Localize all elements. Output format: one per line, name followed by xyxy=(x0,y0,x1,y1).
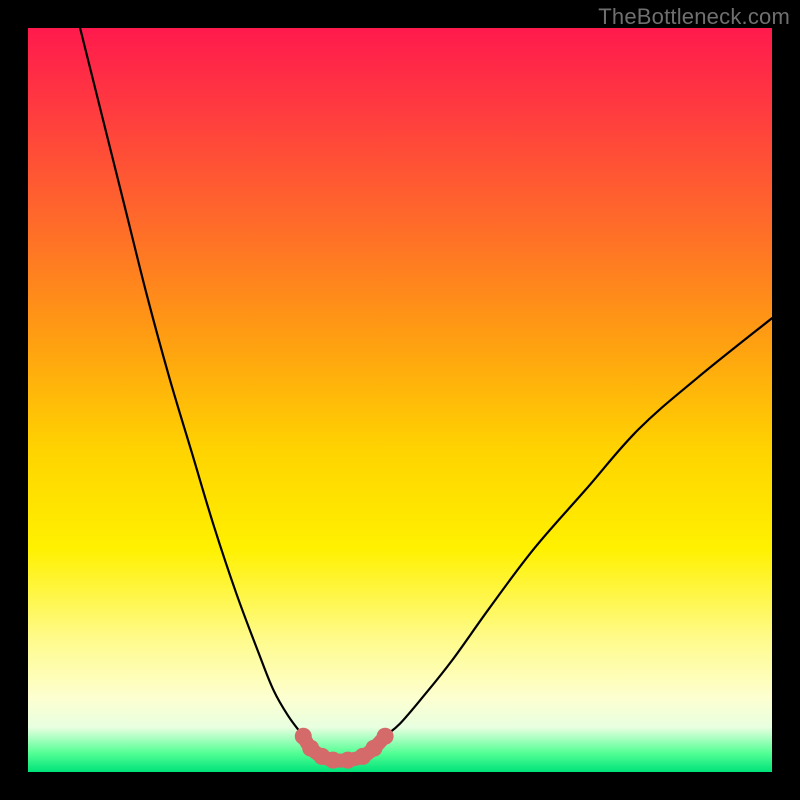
chart-svg xyxy=(28,28,772,772)
trough-marker-dot xyxy=(377,728,394,745)
trough-marker-dot xyxy=(339,752,356,769)
bottleneck-curve xyxy=(80,28,772,761)
chart-frame: TheBottleneck.com xyxy=(0,0,800,800)
plot-area xyxy=(28,28,772,772)
watermark-text: TheBottleneck.com xyxy=(598,4,790,30)
trough-marker-dot xyxy=(325,752,342,769)
